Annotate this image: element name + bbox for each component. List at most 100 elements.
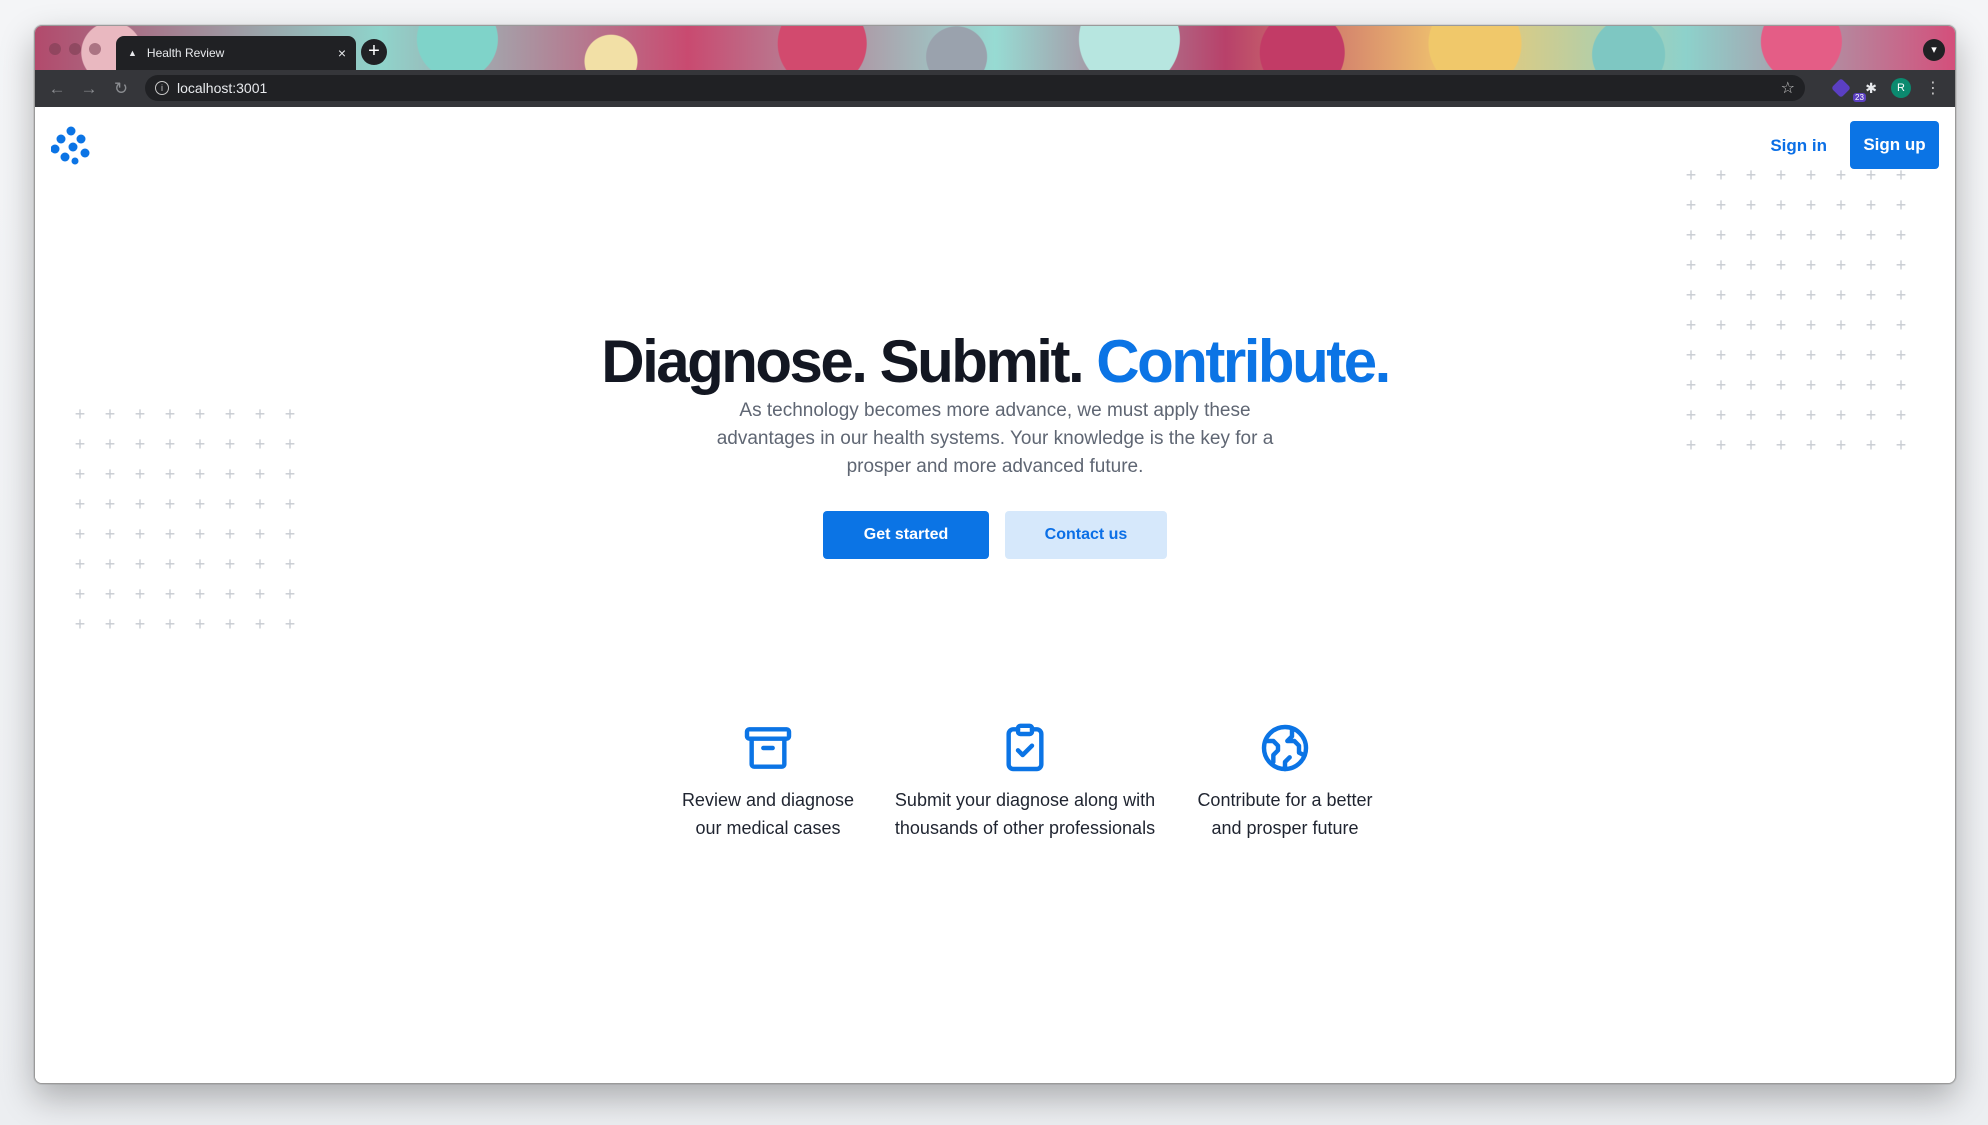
plus-decoration-icon: +: [1775, 195, 1787, 215]
plus-decoration-icon: +: [1745, 405, 1757, 425]
feature-text: Contribute for a better and prosper futu…: [1135, 786, 1435, 842]
feature-review: Review and diagnose our medical cases: [618, 720, 918, 842]
plus-decoration-icon: +: [74, 614, 86, 634]
address-bar[interactable]: i localhost:3001 ☆: [145, 75, 1805, 101]
tab-health-review[interactable]: ▲ Health Review ×: [116, 36, 356, 70]
plus-decoration-icon: +: [1745, 285, 1757, 305]
puzzle-icon[interactable]: ✱: [1865, 80, 1877, 97]
plus-decoration-icon: +: [1865, 435, 1877, 455]
plus-decoration-icon: +: [1775, 405, 1787, 425]
bookmark-star-icon[interactable]: ☆: [1781, 78, 1795, 98]
forward-icon[interactable]: →: [73, 79, 105, 99]
plus-decoration-icon: +: [1745, 435, 1757, 455]
get-started-button[interactable]: Get started: [823, 511, 989, 559]
plus-decoration-icon: +: [74, 554, 86, 574]
plus-decoration-icon: +: [1805, 285, 1817, 305]
tab-search-icon[interactable]: ▾: [1923, 39, 1945, 61]
plus-decoration-icon: +: [194, 434, 206, 454]
plus-decoration-icon: +: [194, 614, 206, 634]
hero-heading-part1: Diagnose. Submit.: [601, 328, 1084, 395]
plus-decoration-icon: +: [224, 434, 236, 454]
plus-decoration-icon: +: [104, 494, 116, 514]
plus-decoration-icon: +: [254, 554, 266, 574]
web-page: Sign in Sign up + + + + + + + + + + + + + + + + + + + + + + + +…: [35, 107, 1955, 1083]
plus-decoration-icon: +: [1685, 255, 1697, 275]
plus-decoration-icon: +: [1835, 225, 1847, 245]
plus-decoration-icon: +: [1715, 225, 1727, 245]
plus-decoration-icon: +: [134, 524, 146, 544]
back-icon[interactable]: ←: [41, 79, 73, 99]
plus-decoration-icon: +: [1775, 285, 1787, 305]
plus-decoration-icon: +: [1715, 285, 1727, 305]
plus-decoration-icon: +: [1865, 195, 1877, 215]
plus-decoration-icon: +: [1865, 225, 1877, 245]
plus-decoration-icon: +: [1835, 405, 1847, 425]
url-text: localhost:3001: [177, 80, 268, 96]
plus-decoration-icon: +: [224, 554, 236, 574]
plus-decoration-icon: +: [74, 434, 86, 454]
plus-decoration-icon: +: [1805, 195, 1817, 215]
plus-decoration-icon: +: [1685, 435, 1697, 455]
desktop: ▲ Health Review × + ▾ ← → ↻ i localhost:…: [0, 0, 1988, 1125]
feature-line: and prosper future: [1211, 818, 1359, 838]
plus-decoration-icon: +: [1715, 255, 1727, 275]
feature-line: Submit your diagnose along with: [894, 790, 1156, 810]
hero-heading-accent: Contribute.: [1096, 328, 1391, 395]
plus-decoration-icon: +: [134, 554, 146, 574]
plus-decoration-icon: +: [1895, 165, 1907, 185]
hero-subtitle: As technology becomes more advance, we m…: [716, 400, 1274, 477]
plus-decoration-icon: +: [254, 434, 266, 454]
extension-count-badge: 23: [1853, 93, 1866, 102]
site-info-icon[interactable]: i: [155, 81, 169, 95]
close-window-button[interactable]: [49, 43, 61, 55]
plus-decoration-icon: +: [134, 434, 146, 454]
plus-decoration-icon: +: [1835, 195, 1847, 215]
plus-decoration-icon: +: [194, 404, 206, 424]
plus-decoration-icon: +: [254, 494, 266, 514]
plus-decoration-icon: +: [284, 614, 296, 634]
browser-window: ▲ Health Review × + ▾ ← → ↻ i localhost:…: [34, 25, 1956, 1084]
minimize-window-button[interactable]: [69, 43, 81, 55]
plus-decoration-icon: +: [1895, 195, 1907, 215]
plus-decoration-icon: +: [1775, 255, 1787, 275]
plus-decoration-icon: +: [1745, 255, 1757, 275]
reload-icon[interactable]: ↻: [105, 79, 137, 99]
plus-decoration-icon: +: [164, 404, 176, 424]
dots-cluster-logo-icon[interactable]: [51, 125, 91, 165]
menu-kebab-icon[interactable]: ⋮: [1925, 78, 1941, 98]
plus-decoration-icon: +: [194, 554, 206, 574]
plus-pattern-right: + + + + + + + + + + + + + + + + + + + + + + + + + + + + + + + + + + + + + + + +…: [1676, 160, 1916, 460]
plus-decoration-icon: +: [134, 494, 146, 514]
plus-decoration-icon: +: [1685, 165, 1697, 185]
extension-icon[interactable]: [1831, 78, 1852, 98]
plus-decoration-icon: +: [1805, 165, 1817, 185]
maximize-window-button[interactable]: [89, 43, 101, 55]
plus-decoration-icon: +: [134, 584, 146, 604]
plus-decoration-icon: +: [74, 494, 86, 514]
plus-decoration-icon: +: [164, 554, 176, 574]
plus-decoration-icon: +: [1895, 225, 1907, 245]
plus-decoration-icon: +: [1685, 225, 1697, 245]
plus-decoration-icon: +: [134, 464, 146, 484]
plus-decoration-icon: +: [1685, 195, 1697, 215]
plus-decoration-icon: +: [224, 494, 236, 514]
triangle-favicon-icon: ▲: [128, 48, 137, 58]
plus-decoration-icon: +: [1775, 225, 1787, 245]
plus-decoration-icon: +: [284, 524, 296, 544]
plus-decoration-icon: +: [104, 524, 116, 544]
plus-decoration-icon: +: [254, 584, 266, 604]
plus-decoration-icon: +: [104, 464, 116, 484]
profile-avatar[interactable]: R: [1891, 78, 1911, 98]
new-tab-button[interactable]: +: [361, 39, 387, 65]
contact-us-button[interactable]: Contact us: [1005, 511, 1167, 559]
plus-decoration-icon: +: [1895, 435, 1907, 455]
plus-decoration-icon: +: [1835, 255, 1847, 275]
plus-decoration-icon: +: [194, 494, 206, 514]
plus-decoration-icon: +: [284, 434, 296, 454]
feature-text: Review and diagnose our medical cases: [618, 786, 918, 842]
plus-decoration-icon: +: [194, 584, 206, 604]
plus-decoration-icon: +: [284, 464, 296, 484]
sign-in-link[interactable]: Sign in: [1770, 131, 1827, 161]
plus-decoration-icon: +: [104, 554, 116, 574]
tab-close-icon[interactable]: ×: [338, 45, 346, 61]
